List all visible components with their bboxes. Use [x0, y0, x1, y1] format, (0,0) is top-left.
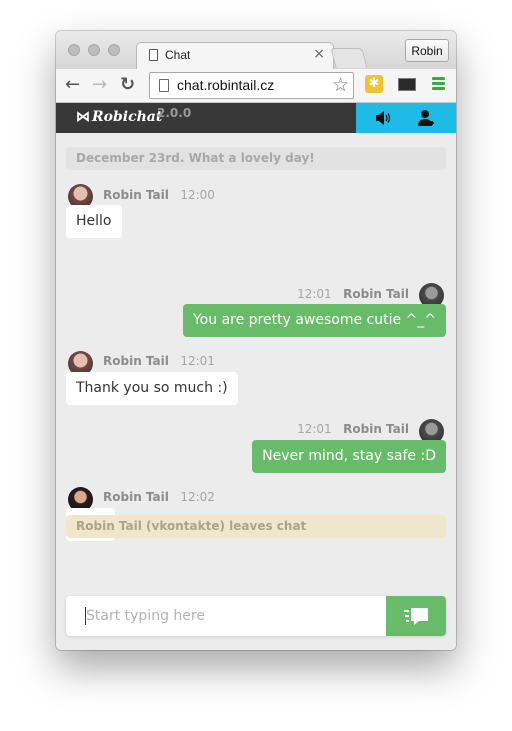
send-message-icon [404, 608, 428, 625]
minimize-window-button[interactable] [88, 44, 100, 56]
message-bubble: Hello [66, 205, 122, 238]
close-window-button[interactable] [68, 44, 80, 56]
extension-terminal-icon[interactable] [398, 78, 416, 91]
text-caret [85, 607, 86, 625]
message-input[interactable] [66, 596, 386, 636]
extension-star-icon[interactable]: ✱ [365, 75, 383, 93]
message-meta: Robin Tail 12:00 [103, 188, 215, 202]
app-version: 2.0.0 [157, 106, 192, 120]
message-time: 12:01 [297, 287, 332, 301]
tab-close-icon[interactable]: × [313, 46, 325, 62]
author-name[interactable]: Robin Tail [103, 188, 169, 202]
leave-notice: Robin Tail (vkontakte) leaves chat [66, 515, 446, 538]
author-name[interactable]: Robin Tail [343, 422, 409, 436]
message-time: 12:01 [297, 422, 332, 436]
message-bubble: You are pretty awesome cutie ^_^ [182, 304, 446, 337]
day-notice: December 23rd. What a lovely day! [66, 147, 446, 170]
message-bubble: Thank you so much :) [66, 372, 238, 405]
header-actions [356, 103, 456, 133]
page-icon [159, 79, 169, 92]
author-name[interactable]: Robin Tail [343, 287, 409, 301]
reload-icon[interactable]: ↻ [120, 74, 135, 96]
zoom-window-button[interactable] [108, 44, 120, 56]
logo-mark-icon: ⋈ [76, 109, 90, 125]
back-arrow-icon[interactable]: ← [65, 74, 80, 96]
address-bar[interactable]: chat.robintail.cz ☆ [149, 72, 354, 99]
app-header: ⋈ Robichat 2.0.0 [56, 103, 456, 133]
app-name: Robichat [92, 109, 163, 125]
new-tab-button[interactable] [330, 48, 368, 68]
browser-tab[interactable]: Chat × [136, 42, 334, 70]
browser-toolbar: ← → ↻ chat.robintail.cz ☆ [56, 69, 456, 103]
title-bar: Chat × Robin [56, 31, 456, 70]
message-time: 12:01 [180, 354, 215, 368]
bookmark-star-icon[interactable]: ☆ [332, 74, 349, 96]
browser-window: Chat × Robin ← → ↻ chat.robintail.cz ☆ ✱… [56, 31, 456, 650]
message-meta: 12:01 Robin Tail [297, 422, 409, 436]
address-bar-url[interactable]: chat.robintail.cz [177, 77, 274, 93]
message-composer [66, 596, 446, 636]
forward-arrow-icon[interactable]: → [92, 74, 107, 96]
message-meta: 12:01 Robin Tail [297, 287, 409, 301]
speaker-icon[interactable] [376, 111, 392, 125]
message-bubble: Never mind, stay safe :D [252, 440, 446, 473]
author-name[interactable]: Robin Tail [103, 354, 169, 368]
message-time: 12:02 [180, 490, 215, 504]
message-time: 12:00 [180, 188, 215, 202]
profile-button[interactable]: Robin [405, 39, 449, 62]
message-meta: Robin Tail 12:02 [103, 490, 215, 504]
browser-menu-icon[interactable] [432, 77, 445, 92]
author-name[interactable]: Robin Tail [103, 490, 169, 504]
send-button[interactable] [386, 596, 446, 636]
page-icon [149, 49, 158, 61]
chat-area: December 23rd. What a lovely day! Robin … [56, 133, 456, 650]
message-meta: Robin Tail 12:01 [103, 354, 215, 368]
tab-title: Chat [165, 48, 191, 62]
user-icon[interactable] [417, 109, 435, 127]
app-logo[interactable]: ⋈ Robichat [76, 109, 162, 125]
